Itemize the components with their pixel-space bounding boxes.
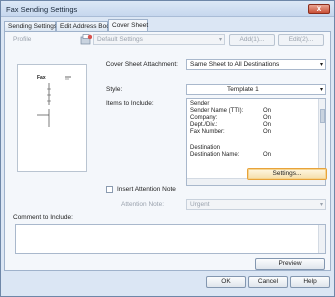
list-item-value: On (263, 108, 272, 114)
attention-note-value: Urgent (190, 201, 210, 208)
preview-label: Preview (278, 260, 302, 267)
list-item: Company: (190, 115, 218, 121)
settings-button[interactable]: Settings... (247, 168, 327, 180)
chevron-down-icon: ▾ (319, 87, 323, 93)
list-item: Dept./Div.: (190, 122, 218, 128)
insert-attention-note-label: Insert Attention Note (117, 186, 176, 193)
items-to-include-label: Items to Include: (106, 100, 154, 107)
attention-note-label: Attention Note: (121, 201, 164, 208)
comment-scrollbar[interactable] (318, 225, 325, 253)
cancel-label: Cancel (257, 278, 279, 285)
chevron-down-icon: ▾ (218, 37, 222, 43)
list-item: Sender (190, 101, 210, 107)
profile-edit-button[interactable]: Edit(2)... (278, 34, 324, 46)
close-button[interactable]: x (308, 4, 330, 14)
close-icon: x (316, 4, 322, 13)
profile-add-button[interactable]: Add(1)... (229, 34, 275, 46)
style-dropdown[interactable]: Template 1 ▾ (186, 84, 326, 95)
tab-label: Sending Settings (8, 23, 58, 30)
profile-dropdown[interactable]: Default Settings ▾ (93, 34, 225, 45)
edit-label: Edit(2)... (288, 36, 314, 43)
style-label: Style: (106, 86, 123, 93)
list-item-value: On (263, 152, 272, 158)
attention-note-dropdown[interactable]: Urgent ▾ (186, 199, 326, 210)
chevron-down-icon: ▾ (319, 202, 323, 208)
tab-label: Cover Sheet (112, 22, 149, 29)
chevron-down-icon: ▾ (319, 62, 323, 68)
list-item: Fax Number: (190, 129, 225, 135)
cover-sheet-preview: Fax (17, 64, 87, 172)
cancel-button[interactable]: Cancel (248, 276, 288, 288)
style-value: Template 1 (227, 86, 259, 93)
ok-button[interactable]: OK (206, 276, 246, 288)
comment-textarea[interactable] (15, 224, 326, 254)
tab-cover-sheet[interactable]: Cover Sheet (108, 19, 148, 31)
list-item: Destination (190, 145, 221, 151)
tab-edit-address-book[interactable]: Edit Address Book (56, 21, 113, 31)
tab-sending-settings[interactable]: Sending Settings (4, 21, 58, 31)
list-item-value: On (263, 115, 272, 121)
list-item-value: On (263, 122, 272, 128)
cover-sheet-attachment-label: CCover Sheet Attachment: (105, 61, 178, 68)
comment-label: Comment to Include: (13, 214, 73, 221)
title-bar: Fax Sending Settings x (1, 1, 334, 17)
cover-sheet-panel: Profile Default Settings ▾ Add(1)... Edi… (4, 31, 331, 271)
list-item-value: On (263, 129, 272, 135)
profile-icon (80, 34, 93, 45)
attachment-label-text: Cover Sheet Attachment: (105, 61, 178, 68)
list-item: Sender Name (TTI): (190, 108, 244, 114)
help-label: Help (303, 278, 317, 285)
insert-attention-note-checkbox[interactable] (106, 186, 113, 193)
profile-label: Profile (13, 36, 32, 43)
cover-sheet-attachment-dropdown[interactable]: Same Sheet to All Destinations ▾ (186, 59, 326, 70)
add-label: Add(1)... (239, 36, 265, 43)
fax-sending-settings-window: Fax Sending Settings x Sending Settings … (0, 0, 335, 297)
window-title: Fax Sending Settings (6, 5, 78, 14)
list-item: Destination Name: (190, 152, 240, 158)
scrollbar-thumb[interactable] (320, 109, 325, 123)
preview-page: Fax (35, 75, 77, 135)
attachment-value: Same Sheet to All Destinations (190, 61, 280, 68)
profile-value: Default Settings (97, 36, 143, 43)
settings-label: Settings... (272, 170, 302, 177)
tab-label: Edit Address Book (60, 23, 114, 30)
preview-button[interactable]: Preview (255, 258, 325, 270)
help-button[interactable]: Help (290, 276, 330, 288)
ok-label: OK (221, 278, 231, 285)
